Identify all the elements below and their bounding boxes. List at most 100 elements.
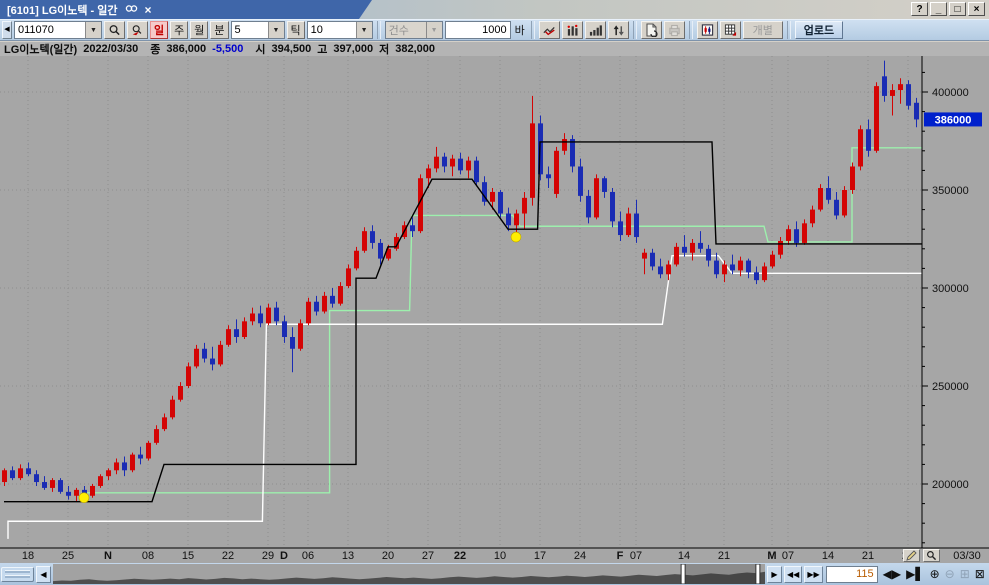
scrollbar-grip[interactable] (1, 567, 34, 582)
svg-text:22: 22 (222, 550, 234, 562)
printer-icon (668, 24, 681, 37)
stock-code-value: 011070 (15, 24, 85, 36)
tick-interval-combo[interactable]: 10 ▼ (307, 21, 373, 39)
draw-button[interactable] (903, 549, 920, 562)
candle-doc-icon (701, 23, 714, 37)
svg-text:400000: 400000 (932, 87, 969, 99)
svg-text:386000: 386000 (935, 114, 972, 126)
svg-text:D: D (280, 550, 288, 562)
toolbar-separator (633, 21, 637, 39)
close-value: 386,000 (166, 43, 206, 55)
minute-interval-combo[interactable]: 5 ▼ (231, 21, 285, 39)
signal-marker (511, 232, 521, 242)
change-value: -5,500 (212, 43, 243, 55)
stock-code-combo[interactable]: 011070 ▼ (14, 21, 102, 39)
quote-date: 2022/03/30 (83, 43, 138, 55)
svg-text:200000: 200000 (932, 479, 969, 491)
trend-check-icon (543, 24, 556, 37)
new-chart-button[interactable] (641, 21, 662, 39)
history-minimap[interactable] (53, 564, 765, 584)
indicator-icon (566, 24, 579, 37)
rewind-button[interactable]: ◀◀ (784, 566, 802, 583)
range-handle-right[interactable] (756, 564, 760, 584)
quote-info-bar: LG이노텍(일간) 2022/03/30 종 386,000 -5,500 시 … (0, 42, 989, 56)
toolbar-collapse-button[interactable]: ◀ (2, 21, 12, 39)
indicator-button[interactable] (562, 21, 583, 39)
period-minute-button[interactable]: 분 (210, 21, 228, 39)
search-button[interactable] (104, 21, 125, 39)
close-panel-icon[interactable]: ⊠ (975, 567, 985, 581)
go-to-end-icon[interactable]: ▶▌ (906, 567, 924, 581)
svg-text:300000: 300000 (932, 283, 969, 295)
tab-close-icon[interactable]: × (145, 5, 152, 15)
volume-bars-button[interactable] (585, 21, 606, 39)
bar-count-input[interactable] (445, 21, 511, 39)
svg-text:13: 13 (342, 550, 354, 562)
svg-text:08: 08 (142, 550, 154, 562)
toolbar-separator (787, 21, 791, 39)
window-title-tab[interactable]: [6101] LG이노텍 - 일간 × (0, 0, 372, 19)
bars-unit-label: 바 (513, 22, 527, 38)
period-day-button[interactable]: 일 (150, 21, 168, 39)
zoom-in-icon[interactable]: ⊕ (930, 567, 940, 581)
maximize-button[interactable]: □ (949, 2, 966, 16)
candlestick-chart: 1825N08152229D0613202722101724F071421M07… (0, 56, 989, 563)
toolbar: ◀ 011070 ▼ 일 주 월 분 5 ▼ 틱 10 ▼ 건수 ▼ 바 (0, 19, 989, 41)
chevron-down-icon[interactable]: ▼ (356, 22, 372, 38)
chevron-down-icon[interactable]: ▼ (268, 22, 284, 38)
range-handle-left[interactable] (681, 564, 685, 584)
minute-interval-value: 5 (232, 24, 268, 36)
svg-text:07: 07 (630, 550, 642, 562)
help-button[interactable]: ? (911, 2, 928, 16)
toolbar-separator (689, 21, 693, 39)
svg-text:250000: 250000 (932, 381, 969, 393)
svg-text:21: 21 (718, 550, 730, 562)
grid-button[interactable] (720, 21, 741, 39)
period-tick-button[interactable]: 틱 (287, 21, 305, 39)
visible-bar-count-input[interactable] (826, 566, 878, 583)
pencil-icon (906, 550, 917, 561)
count-label: 건수 (386, 22, 426, 38)
fit-window-icon: ⊞ (960, 567, 970, 581)
trend-check-button[interactable] (539, 21, 560, 39)
sort-updown-button[interactable] (608, 21, 629, 39)
open-label: 시 (255, 41, 265, 57)
volume-bars-icon (589, 24, 602, 37)
count-combo: 건수 ▼ (385, 21, 443, 39)
svg-text:17: 17 (534, 550, 546, 562)
expand-bars-icon[interactable]: ◀▶ (883, 567, 901, 581)
close-button[interactable]: × (968, 2, 985, 16)
high-value: 397,000 (333, 43, 373, 55)
search-jump-button[interactable] (127, 21, 148, 39)
search-jump-icon (131, 23, 144, 37)
new-doc-icon (645, 23, 658, 37)
toolbar-separator (377, 21, 381, 39)
axis-end-date: 03/30 (953, 550, 981, 562)
toolbar-separator (531, 21, 535, 39)
candle-chart-button[interactable] (697, 21, 718, 39)
svg-text:15: 15 (182, 550, 194, 562)
open-value: 394,500 (271, 43, 311, 55)
svg-text:20: 20 (382, 550, 394, 562)
scroll-left-button[interactable]: ◀ (36, 566, 51, 583)
chart-zoom-button[interactable] (923, 549, 940, 562)
svg-text:14: 14 (678, 550, 690, 562)
svg-text:29: 29 (262, 550, 274, 562)
upload-button[interactable]: 업로드 (795, 21, 843, 39)
individual-button: 개별 (743, 21, 783, 39)
chevron-down-icon[interactable]: ▼ (85, 22, 101, 38)
period-month-button[interactable]: 월 (190, 21, 208, 39)
period-week-button[interactable]: 주 (170, 21, 188, 39)
low-value: 382,000 (395, 43, 435, 55)
step-forward-button[interactable]: ▶ (767, 566, 782, 583)
grid-icon (724, 23, 737, 37)
svg-text:24: 24 (574, 550, 586, 562)
fast-forward-button[interactable]: ▶▶ (804, 566, 822, 583)
print-button (664, 21, 685, 39)
minimize-button[interactable]: _ (930, 2, 947, 16)
link-icon[interactable] (125, 4, 138, 16)
title-bar: [6101] LG이노텍 - 일간 × ? _ □ × (0, 0, 989, 19)
svg-text:06: 06 (302, 550, 314, 562)
svg-text:M: M (767, 550, 776, 562)
signal-marker (79, 493, 89, 503)
